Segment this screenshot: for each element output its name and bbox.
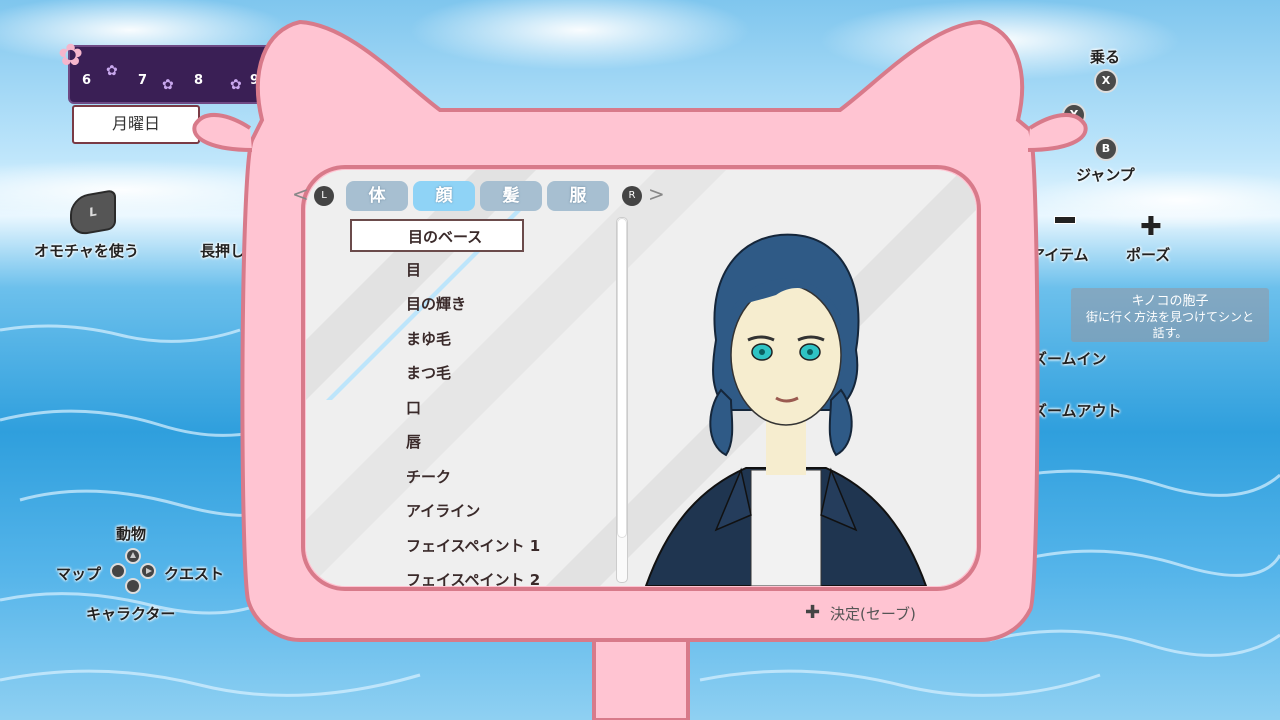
list-item[interactable]: 目 bbox=[350, 254, 524, 287]
face-part-list: 目のベース 目 目の輝き まゆ毛 まつ毛 口 唇 チーク アイライン フェイスペ… bbox=[350, 219, 616, 587]
list-item[interactable]: チーク bbox=[350, 461, 524, 494]
list-item[interactable]: 目の輝き bbox=[350, 288, 524, 321]
plus-icon: ✚ bbox=[805, 602, 821, 623]
jump-label: ジャンプ bbox=[1076, 166, 1135, 184]
cherry-blossom-icon: ✿ bbox=[58, 38, 84, 73]
flower-icon: ✿ bbox=[106, 63, 118, 79]
ride-label: 乗る bbox=[1090, 48, 1121, 66]
tab-body[interactable]: 体 bbox=[346, 181, 408, 211]
zoom-out-label: ズームアウト bbox=[1032, 402, 1122, 420]
list-item[interactable]: まゆ毛 bbox=[350, 323, 524, 356]
dpad-down-label: キャラクター bbox=[86, 605, 176, 623]
flower-icon: ✿ bbox=[162, 77, 174, 93]
tab-clothes[interactable]: 服 bbox=[547, 181, 609, 211]
tab-hair[interactable]: 髪 bbox=[480, 181, 542, 211]
r-bumper-icon: R bbox=[622, 186, 642, 206]
calendar-day: 6 bbox=[82, 73, 92, 88]
category-tabs: < L 体 顔 髪 服 R > bbox=[290, 180, 670, 214]
quest-panel: キノコの胞子 街に行く方法を見つけてシンと 話す。 bbox=[1071, 288, 1269, 342]
calendar-strip: ✿ ✿ ✿ 6 7 8 9 bbox=[68, 45, 304, 104]
tab-face[interactable]: 顔 bbox=[413, 181, 475, 211]
quest-title: キノコの胞子 bbox=[1131, 294, 1209, 309]
flower-icon: ✿ bbox=[230, 77, 242, 93]
plus-icon: ✚ bbox=[1140, 212, 1162, 242]
scrollbar-thumb[interactable] bbox=[617, 218, 627, 538]
calendar-day: 7 bbox=[138, 73, 148, 88]
character-preview bbox=[644, 233, 928, 586]
list-item[interactable]: フェイスペイント 1 bbox=[350, 530, 540, 563]
long-press-label: 長押し bbox=[200, 242, 246, 260]
list-item[interactable]: まつ毛 bbox=[350, 357, 524, 390]
list-item[interactable]: 口 bbox=[350, 392, 524, 425]
dpad-icon bbox=[110, 548, 156, 594]
list-item[interactable]: 目のベース bbox=[350, 219, 524, 252]
quest-description-line2: 話す。 bbox=[1152, 326, 1188, 340]
dpad-up-label: 動物 bbox=[116, 525, 147, 543]
list-item[interactable]: フェイスペイント 2 bbox=[350, 564, 540, 587]
use-toy-label: オモチャを使う bbox=[34, 242, 139, 260]
weekday-label: 月曜日 bbox=[72, 105, 200, 144]
prev-tab-arrow-icon[interactable]: < bbox=[292, 182, 309, 206]
pose-label: ポーズ bbox=[1126, 246, 1171, 264]
l-bumper-icon: L bbox=[314, 186, 334, 206]
confirm-save-label[interactable]: 決定(セーブ) bbox=[830, 603, 916, 624]
y-button-icon: Y bbox=[1062, 103, 1086, 127]
calendar-day: 9 bbox=[250, 73, 260, 88]
minus-icon bbox=[1054, 216, 1076, 224]
calendar-day: 8 bbox=[194, 73, 204, 88]
zoom-in-label: ズームイン bbox=[1032, 350, 1107, 368]
list-item[interactable]: 唇 bbox=[350, 426, 524, 459]
quest-description-line1: 街に行く方法を見つけてシンと bbox=[1085, 310, 1254, 324]
next-tab-arrow-icon[interactable]: > bbox=[648, 182, 665, 206]
list-item[interactable]: アイライン bbox=[350, 495, 524, 528]
dpad-left-label: マップ bbox=[56, 565, 102, 583]
dpad-right-label: クエスト bbox=[164, 565, 225, 583]
x-button-icon: X bbox=[1094, 69, 1118, 93]
item-label: アイテム bbox=[1030, 246, 1089, 264]
b-button-icon: B bbox=[1094, 137, 1118, 161]
list-scrollbar[interactable] bbox=[616, 217, 628, 583]
